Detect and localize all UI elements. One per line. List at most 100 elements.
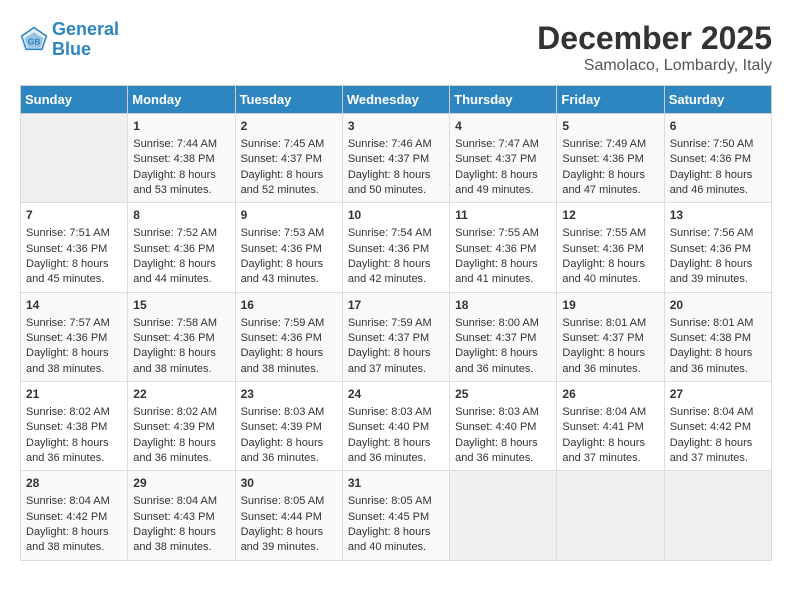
- sunset-text: Sunset: 4:39 PM: [241, 420, 337, 435]
- sunset-text: Sunset: 4:37 PM: [348, 152, 444, 167]
- daylight-text: Daylight: 8 hours and 38 minutes.: [241, 346, 337, 377]
- daylight-text: Daylight: 8 hours and 39 minutes.: [241, 525, 337, 556]
- day-number: 18: [455, 297, 551, 314]
- sunrise-text: Sunrise: 8:03 AM: [241, 405, 337, 420]
- daylight-text: Daylight: 8 hours and 38 minutes.: [133, 525, 229, 556]
- day-number: 13: [670, 207, 766, 224]
- calendar-cell: 8Sunrise: 7:52 AMSunset: 4:36 PMDaylight…: [128, 203, 235, 292]
- day-number: 25: [455, 386, 551, 403]
- daylight-text: Daylight: 8 hours and 49 minutes.: [455, 168, 551, 199]
- logo-line1: General: [52, 19, 119, 39]
- sunrise-text: Sunrise: 7:47 AM: [455, 137, 551, 152]
- sunrise-text: Sunrise: 8:01 AM: [670, 316, 766, 331]
- day-number: 7: [26, 207, 122, 224]
- calendar-week-row: 21Sunrise: 8:02 AMSunset: 4:38 PMDayligh…: [21, 382, 772, 471]
- month-title: December 2025: [537, 20, 772, 57]
- day-number: 26: [562, 386, 658, 403]
- logo-text: General Blue: [52, 20, 119, 60]
- sunset-text: Sunset: 4:36 PM: [348, 242, 444, 257]
- sunset-text: Sunset: 4:36 PM: [26, 242, 122, 257]
- sunrise-text: Sunrise: 8:03 AM: [455, 405, 551, 420]
- sunset-text: Sunset: 4:37 PM: [348, 331, 444, 346]
- logo-icon: GB: [20, 26, 48, 54]
- calendar-cell: 22Sunrise: 8:02 AMSunset: 4:39 PMDayligh…: [128, 382, 235, 471]
- sunset-text: Sunset: 4:36 PM: [562, 152, 658, 167]
- day-number: 12: [562, 207, 658, 224]
- sunrise-text: Sunrise: 7:46 AM: [348, 137, 444, 152]
- daylight-text: Daylight: 8 hours and 37 minutes.: [562, 436, 658, 467]
- header-day-monday: Monday: [128, 86, 235, 114]
- day-number: 24: [348, 386, 444, 403]
- daylight-text: Daylight: 8 hours and 37 minutes.: [348, 346, 444, 377]
- calendar-cell: 6Sunrise: 7:50 AMSunset: 4:36 PMDaylight…: [664, 114, 771, 203]
- calendar-cell: 1Sunrise: 7:44 AMSunset: 4:38 PMDaylight…: [128, 114, 235, 203]
- daylight-text: Daylight: 8 hours and 40 minutes.: [348, 525, 444, 556]
- day-number: 30: [241, 475, 337, 492]
- day-number: 21: [26, 386, 122, 403]
- sunrise-text: Sunrise: 7:59 AM: [241, 316, 337, 331]
- sunrise-text: Sunrise: 7:55 AM: [455, 226, 551, 241]
- daylight-text: Daylight: 8 hours and 52 minutes.: [241, 168, 337, 199]
- calendar-cell: 3Sunrise: 7:46 AMSunset: 4:37 PMDaylight…: [342, 114, 449, 203]
- sunset-text: Sunset: 4:43 PM: [133, 510, 229, 525]
- sunrise-text: Sunrise: 7:53 AM: [241, 226, 337, 241]
- header-day-wednesday: Wednesday: [342, 86, 449, 114]
- sunrise-text: Sunrise: 8:02 AM: [133, 405, 229, 420]
- daylight-text: Daylight: 8 hours and 36 minutes.: [348, 436, 444, 467]
- day-number: 15: [133, 297, 229, 314]
- sunset-text: Sunset: 4:38 PM: [133, 152, 229, 167]
- daylight-text: Daylight: 8 hours and 40 minutes.: [562, 257, 658, 288]
- sunset-text: Sunset: 4:40 PM: [455, 420, 551, 435]
- daylight-text: Daylight: 8 hours and 36 minutes.: [670, 346, 766, 377]
- sunset-text: Sunset: 4:37 PM: [455, 331, 551, 346]
- day-number: 22: [133, 386, 229, 403]
- sunset-text: Sunset: 4:42 PM: [26, 510, 122, 525]
- calendar-cell: 4Sunrise: 7:47 AMSunset: 4:37 PMDaylight…: [450, 114, 557, 203]
- location-title: Samolaco, Lombardy, Italy: [537, 57, 772, 75]
- sunrise-text: Sunrise: 7:57 AM: [26, 316, 122, 331]
- daylight-text: Daylight: 8 hours and 37 minutes.: [670, 436, 766, 467]
- sunrise-text: Sunrise: 8:01 AM: [562, 316, 658, 331]
- sunrise-text: Sunrise: 7:54 AM: [348, 226, 444, 241]
- day-number: 3: [348, 118, 444, 135]
- sunset-text: Sunset: 4:37 PM: [455, 152, 551, 167]
- sunrise-text: Sunrise: 8:00 AM: [455, 316, 551, 331]
- header-day-friday: Friday: [557, 86, 664, 114]
- calendar-cell: [664, 471, 771, 560]
- sunset-text: Sunset: 4:36 PM: [26, 331, 122, 346]
- day-number: 10: [348, 207, 444, 224]
- sunset-text: Sunset: 4:39 PM: [133, 420, 229, 435]
- calendar-cell: 15Sunrise: 7:58 AMSunset: 4:36 PMDayligh…: [128, 292, 235, 381]
- day-number: 8: [133, 207, 229, 224]
- daylight-text: Daylight: 8 hours and 41 minutes.: [455, 257, 551, 288]
- sunrise-text: Sunrise: 8:04 AM: [26, 494, 122, 509]
- sunset-text: Sunset: 4:40 PM: [348, 420, 444, 435]
- day-number: 6: [670, 118, 766, 135]
- sunrise-text: Sunrise: 7:55 AM: [562, 226, 658, 241]
- sunrise-text: Sunrise: 8:02 AM: [26, 405, 122, 420]
- sunset-text: Sunset: 4:36 PM: [241, 331, 337, 346]
- calendar-cell: 14Sunrise: 7:57 AMSunset: 4:36 PMDayligh…: [21, 292, 128, 381]
- svg-text:GB: GB: [28, 36, 41, 46]
- day-number: 1: [133, 118, 229, 135]
- calendar-cell: 27Sunrise: 8:04 AMSunset: 4:42 PMDayligh…: [664, 382, 771, 471]
- daylight-text: Daylight: 8 hours and 38 minutes.: [26, 346, 122, 377]
- sunset-text: Sunset: 4:44 PM: [241, 510, 337, 525]
- daylight-text: Daylight: 8 hours and 46 minutes.: [670, 168, 766, 199]
- sunset-text: Sunset: 4:42 PM: [670, 420, 766, 435]
- day-number: 11: [455, 207, 551, 224]
- sunset-text: Sunset: 4:37 PM: [562, 331, 658, 346]
- logo-line2: Blue: [52, 39, 91, 59]
- calendar-week-row: 14Sunrise: 7:57 AMSunset: 4:36 PMDayligh…: [21, 292, 772, 381]
- sunset-text: Sunset: 4:36 PM: [133, 242, 229, 257]
- calendar-cell: 20Sunrise: 8:01 AMSunset: 4:38 PMDayligh…: [664, 292, 771, 381]
- sunrise-text: Sunrise: 7:58 AM: [133, 316, 229, 331]
- calendar-cell: [450, 471, 557, 560]
- day-number: 19: [562, 297, 658, 314]
- calendar-cell: 9Sunrise: 7:53 AMSunset: 4:36 PMDaylight…: [235, 203, 342, 292]
- calendar-cell: 31Sunrise: 8:05 AMSunset: 4:45 PMDayligh…: [342, 471, 449, 560]
- day-number: 9: [241, 207, 337, 224]
- calendar-cell: 2Sunrise: 7:45 AMSunset: 4:37 PMDaylight…: [235, 114, 342, 203]
- sunrise-text: Sunrise: 7:44 AM: [133, 137, 229, 152]
- daylight-text: Daylight: 8 hours and 36 minutes.: [241, 436, 337, 467]
